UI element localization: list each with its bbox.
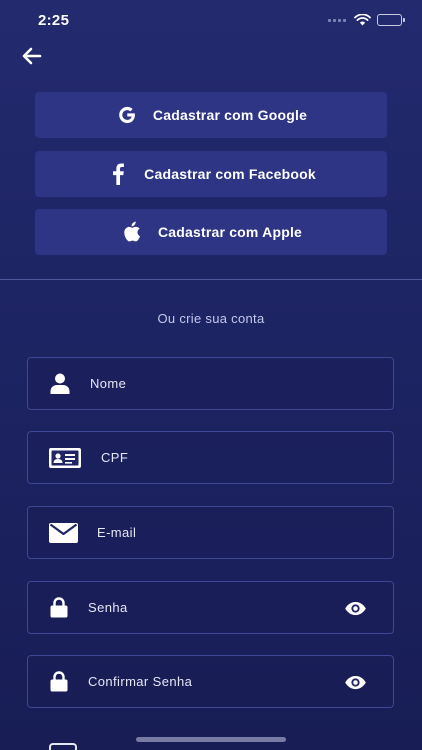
status-indicators [328, 14, 405, 26]
email-field[interactable]: E-mail [27, 506, 394, 559]
cpf-placeholder: CPF [101, 450, 129, 465]
divider [0, 279, 422, 280]
create-account-subtitle: Ou crie sua conta [157, 311, 265, 326]
google-signup-button[interactable]: Cadastrar com Google [35, 92, 387, 138]
password-field[interactable]: Senha [27, 581, 394, 634]
next-field-icon [49, 743, 77, 750]
id-card-icon [49, 448, 81, 468]
password-placeholder: Senha [88, 600, 128, 615]
envelope-icon [49, 523, 78, 543]
user-icon [49, 373, 71, 394]
status-bar: 2:25 [0, 0, 422, 42]
facebook-signup-button[interactable]: Cadastrar com Facebook [35, 151, 387, 197]
facebook-icon [106, 162, 130, 186]
toggle-password-visibility-button[interactable] [343, 597, 367, 619]
google-icon [115, 103, 139, 127]
apple-icon [120, 220, 144, 244]
facebook-signup-label: Cadastrar com Facebook [144, 166, 316, 182]
apple-signup-label: Cadastrar com Apple [157, 224, 303, 240]
lock-icon [50, 597, 68, 618]
apple-signup-button[interactable]: Cadastrar com Apple [35, 209, 387, 255]
home-indicator [136, 737, 286, 742]
confirm-password-placeholder: Confirmar Senha [88, 674, 193, 689]
cpf-field[interactable]: CPF [27, 431, 394, 484]
arrow-left-icon [22, 47, 42, 65]
wifi-icon [354, 14, 371, 26]
back-button[interactable] [18, 42, 46, 70]
email-placeholder: E-mail [97, 525, 137, 540]
confirm-password-field[interactable]: Confirmar Senha [27, 655, 394, 708]
toggle-confirm-password-visibility-button[interactable] [343, 671, 367, 693]
lock-icon [50, 671, 68, 692]
google-signup-label: Cadastrar com Google [152, 107, 308, 123]
eye-icon [344, 601, 366, 615]
battery-icon [377, 14, 405, 26]
name-field[interactable]: Nome [27, 357, 394, 410]
name-placeholder: Nome [90, 376, 127, 391]
cellular-signal-icon [328, 18, 346, 22]
status-time: 2:25 [38, 12, 70, 29]
eye-icon [344, 675, 366, 689]
